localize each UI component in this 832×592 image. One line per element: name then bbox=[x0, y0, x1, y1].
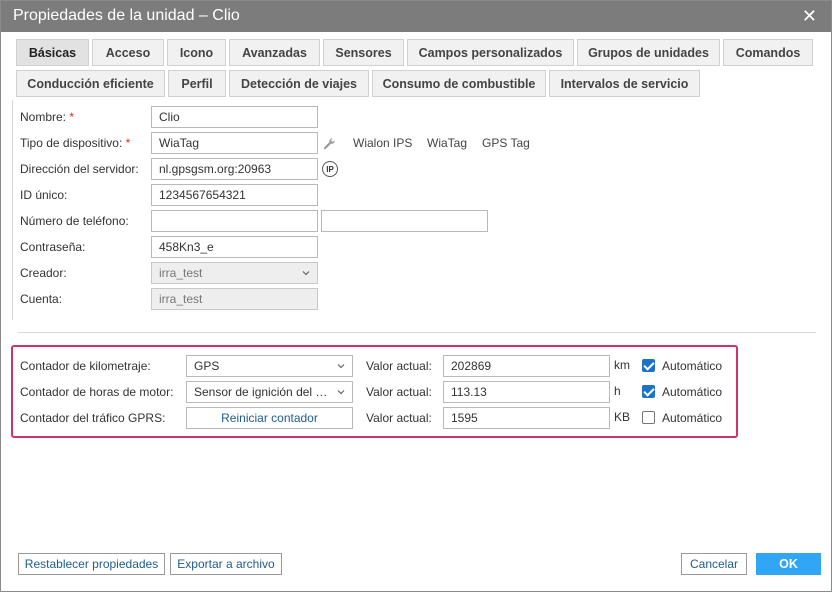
account-input: irra_test bbox=[151, 288, 318, 310]
tab-deteccion-de-viajes[interactable]: Detección de viajes bbox=[229, 70, 369, 97]
tab-intervalos-de-servicio[interactable]: Intervalos de servicio bbox=[549, 70, 700, 97]
mileage-current-input[interactable]: 202869 bbox=[443, 355, 610, 377]
export-to-file-button[interactable]: Exportar a archivo bbox=[170, 553, 282, 575]
gprs-auto-checkbox[interactable] bbox=[642, 411, 655, 424]
tab-grupos-de-unidades[interactable]: Grupos de unidades bbox=[577, 39, 720, 66]
tab-campos-personalizados[interactable]: Campos personalizados bbox=[407, 39, 574, 66]
engine-hours-current-label: Valor actual: bbox=[366, 385, 432, 399]
mileage-current-label: Valor actual: bbox=[366, 359, 432, 373]
engine-hours-auto-checkbox[interactable] bbox=[642, 385, 655, 398]
device-type-input[interactable]: WiaTag bbox=[151, 132, 318, 154]
reset-counter-button[interactable]: Reiniciar contador bbox=[186, 407, 353, 429]
reset-properties-button[interactable]: Restablecer propiedades bbox=[18, 553, 165, 575]
phone-input[interactable] bbox=[151, 210, 318, 232]
divider bbox=[18, 332, 816, 333]
engine-hours-auto-label: Automático bbox=[662, 385, 723, 399]
mileage-counter-label: Contador de kilometraje: bbox=[20, 359, 151, 373]
wrench-icon[interactable] bbox=[323, 137, 337, 151]
gprs-auto-label: Automático bbox=[662, 411, 723, 425]
mileage-auto-checkbox[interactable] bbox=[642, 359, 655, 372]
engine-hours-current-input[interactable]: 113.13 bbox=[443, 381, 610, 403]
engine-hours-counter-select[interactable]: Sensor de ignición del motor bbox=[186, 381, 353, 403]
phone-label: Número de teléfono: bbox=[20, 214, 129, 228]
name-label: Nombre: * bbox=[20, 110, 75, 124]
password-label: Contraseña: bbox=[20, 240, 86, 254]
tab-basicas[interactable]: Básicas bbox=[16, 39, 89, 66]
tab-conduccion-eficiente[interactable]: Conducción eficiente bbox=[16, 70, 165, 97]
mileage-counter-select[interactable]: GPS bbox=[186, 355, 353, 377]
chevron-down-icon bbox=[337, 364, 345, 369]
close-icon[interactable]: ✕ bbox=[802, 6, 817, 26]
password-input[interactable]: 458Kn3_e bbox=[151, 236, 318, 258]
ok-button[interactable]: OK bbox=[756, 553, 821, 575]
server-address-label: Dirección del servidor: bbox=[20, 162, 139, 176]
ip-icon[interactable]: IP bbox=[322, 161, 338, 177]
tab-icono[interactable]: Icono bbox=[167, 39, 226, 66]
chevron-down-icon bbox=[337, 390, 345, 395]
dialog-titlebar: Propiedades de la unidad – Clio ✕ bbox=[1, 1, 831, 32]
dialog-title: Propiedades de la unidad – Clio bbox=[13, 7, 240, 24]
chevron-down-icon bbox=[302, 271, 310, 276]
mileage-auto-label: Automático bbox=[662, 359, 723, 373]
unique-id-label: ID único: bbox=[20, 188, 68, 202]
engine-hours-counter-label: Contador de horas de motor: bbox=[20, 385, 174, 399]
gprs-current-label: Valor actual: bbox=[366, 411, 432, 425]
tab-avanzadas[interactable]: Avanzadas bbox=[229, 39, 320, 66]
engine-hours-counter-value: Sensor de ignición del motor bbox=[194, 385, 345, 399]
required-mark: * bbox=[125, 136, 131, 150]
gprs-current-input[interactable]: 1595 bbox=[443, 407, 610, 429]
creator-select[interactable]: irra_test bbox=[151, 262, 318, 284]
creator-value: irra_test bbox=[159, 266, 203, 280]
device-type-label: Tipo de dispositivo: * bbox=[20, 136, 131, 150]
tab-perfil[interactable]: Perfil bbox=[168, 70, 226, 97]
phone-input-2[interactable] bbox=[321, 210, 488, 232]
server-address-input: nl.gpsgsm.org:20963 bbox=[151, 158, 318, 180]
name-input[interactable]: Clio bbox=[151, 106, 318, 128]
mileage-unit: km bbox=[614, 358, 630, 372]
gprs-counter-label: Contador del tráfico GPRS: bbox=[20, 411, 166, 425]
tab-consumo-de-combustible[interactable]: Consumo de combustible bbox=[372, 70, 546, 97]
mileage-counter-value: GPS bbox=[194, 359, 220, 373]
cancel-button[interactable]: Cancelar bbox=[681, 553, 747, 575]
device-option-wiatag[interactable]: WiaTag bbox=[427, 136, 467, 150]
unique-id-input[interactable]: 1234567654321 bbox=[151, 184, 318, 206]
account-label: Cuenta: bbox=[20, 292, 63, 306]
device-option-wialon-ips[interactable]: Wialon IPS bbox=[353, 136, 412, 150]
tab-acceso[interactable]: Acceso bbox=[92, 39, 164, 66]
tab-sensores[interactable]: Sensores bbox=[323, 39, 404, 66]
tab-comandos[interactable]: Comandos bbox=[723, 39, 813, 66]
creator-label: Creador: bbox=[20, 266, 67, 280]
content-border bbox=[12, 100, 13, 320]
gprs-unit: KB bbox=[614, 410, 631, 424]
required-mark: * bbox=[69, 110, 75, 124]
device-option-gps-tag[interactable]: GPS Tag bbox=[482, 136, 530, 150]
unit-properties-dialog: Propiedades de la unidad – Clio ✕ Básica… bbox=[0, 0, 832, 592]
engine-hours-unit: h bbox=[614, 384, 621, 398]
